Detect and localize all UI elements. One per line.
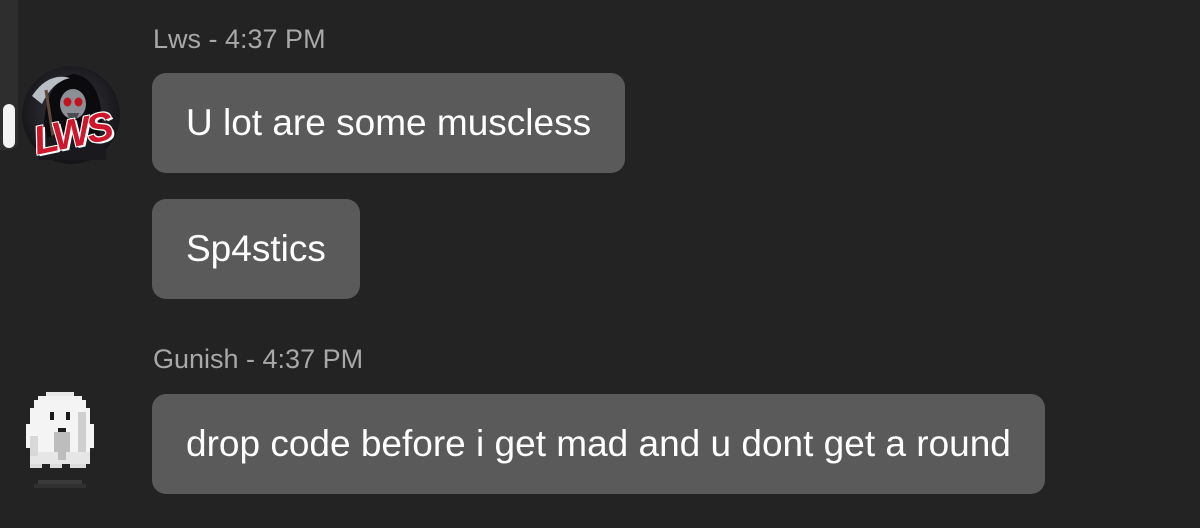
message-header: Gunish - 4:37 PM	[153, 344, 364, 374]
reaper-logo-avatar-icon[interactable]: LWS	[22, 60, 120, 170]
scroll-thumb[interactable]	[3, 104, 15, 148]
pixel-ghost-avatar-icon[interactable]	[22, 388, 98, 492]
message-bubble[interactable]: U lot are some muscless	[152, 73, 626, 173]
message-header: Lws - 4:37 PM	[153, 24, 326, 54]
scroll-indicator[interactable]	[0, 0, 18, 150]
message-bubble[interactable]: drop code before i get mad and u dont ge…	[152, 394, 1045, 494]
message-bubble[interactable]: Sp4stics	[152, 199, 360, 299]
